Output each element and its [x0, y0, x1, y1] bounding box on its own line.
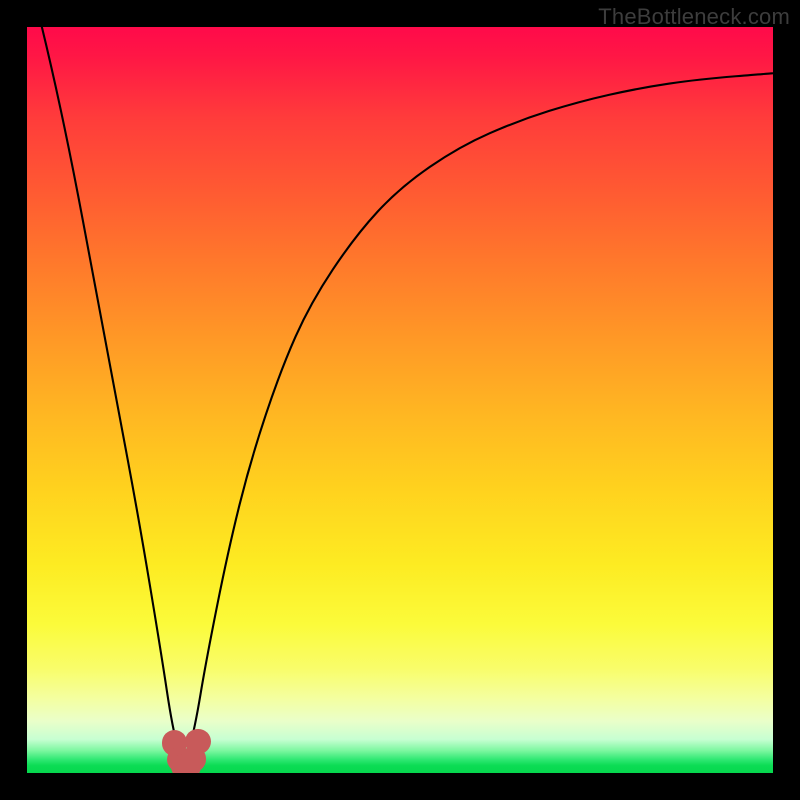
plot-area — [27, 27, 773, 773]
outer-frame: TheBottleneck.com — [0, 0, 800, 800]
minimum-marker-dot — [185, 729, 210, 754]
watermark-text: TheBottleneck.com — [598, 4, 790, 30]
bottleneck-curve — [27, 27, 773, 773]
